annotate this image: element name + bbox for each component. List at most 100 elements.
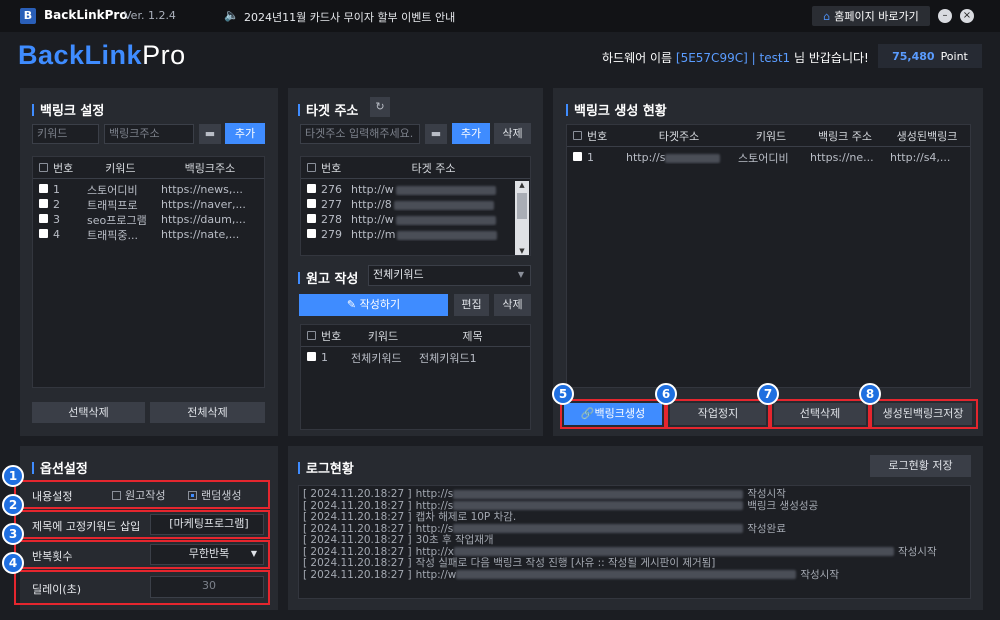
row-url: http://m: [351, 228, 511, 241]
delete-all-button[interactable]: 전체삭제: [150, 402, 265, 423]
target-url-input[interactable]: 타겟주소 입력해주세요.: [300, 124, 420, 144]
table-row[interactable]: 4 트래픽중... https://nate,...: [33, 227, 264, 242]
target-add-button[interactable]: 추가: [452, 123, 490, 144]
redacted-text: [456, 570, 797, 579]
radio-random-box[interactable]: [188, 490, 197, 500]
table-row[interactable]: 2 트래픽프로 https://naver,...: [33, 197, 264, 212]
status-header-keyword: 키워드: [755, 129, 787, 143]
keyword-input[interactable]: 키워드: [32, 124, 99, 144]
scroll-up-icon[interactable]: ▲: [515, 181, 529, 191]
target-table: 번호 타겟 주소 276 http://w 277 http://8 278 http:/…: [300, 156, 531, 256]
status-header-target: 타겟주소: [658, 129, 700, 143]
row-subject: 전체키워드1: [419, 351, 477, 365]
row-checkbox[interactable]: [307, 184, 316, 193]
brand-sub: Pro: [142, 40, 186, 70]
draft-header-no[interactable]: 번호: [301, 328, 351, 344]
draft-select-all-checkbox[interactable]: [307, 330, 316, 340]
delay-input[interactable]: 30: [150, 576, 264, 598]
row-backlink: https://ne...: [810, 151, 874, 164]
log-message: http://s: [415, 488, 454, 500]
scroll-down-icon[interactable]: ▼: [515, 247, 529, 255]
save-generated-backlink-button[interactable]: 생성된백링크저장: [874, 403, 972, 425]
scroll-thumb[interactable]: [517, 193, 527, 219]
notice-text[interactable]: 2024년11월 카드사 무이자 할부 이벤트 안내: [244, 9, 455, 25]
radio-draft-box[interactable]: [112, 490, 121, 500]
folder-icon[interactable]: ▬: [199, 124, 221, 144]
table-row[interactable]: 277 http://8: [301, 197, 530, 212]
status-title: 백링크 생성 현황: [566, 100, 667, 119]
table-row[interactable]: 276 http://w: [301, 182, 530, 197]
delete-selected-button[interactable]: 선택삭제: [32, 402, 145, 423]
status-header-no[interactable]: 번호: [567, 128, 622, 144]
redacted-text: [665, 153, 721, 163]
log-timestamp: [ 2024.11.20.18:27 ]: [303, 568, 412, 581]
pen-icon: ✎: [346, 298, 360, 311]
row-checkbox[interactable]: [39, 214, 48, 223]
badge-5: 5: [552, 383, 574, 405]
target-folder-icon[interactable]: ▬: [425, 124, 447, 144]
draft-keyword-select[interactable]: 전체키워드 ▼: [368, 265, 531, 286]
draft-delete-button[interactable]: 삭제: [494, 294, 531, 316]
generate-backlink-button[interactable]: 🔗백링크생성: [564, 403, 662, 425]
options-title-text: 옵션설정: [40, 462, 88, 477]
backlink-url-input[interactable]: 백링크주소: [104, 124, 194, 144]
radio-random-label: 랜덤생성: [201, 489, 242, 502]
row-checkbox[interactable]: [307, 214, 316, 223]
select-all-checkbox[interactable]: [39, 162, 48, 172]
home-icon: ⌂: [823, 9, 831, 23]
table-row[interactable]: 3 seo프로그램 https://daum,...: [33, 212, 264, 227]
draft-edit-button[interactable]: 편집: [454, 294, 489, 316]
row-keyword: seo프로그램: [87, 213, 147, 227]
log-timestamp: [ 2024.11.20.18:27 ]: [303, 499, 412, 512]
header-keyword: 키워드: [105, 161, 136, 175]
radio-draft[interactable]: 원고작성: [112, 487, 165, 503]
table-row[interactable]: 279 http://m: [301, 227, 530, 242]
backlink-setting-title-text: 백링크 설정: [40, 104, 105, 119]
log-timestamp: [ 2024.11.20.18:27 ]: [303, 488, 412, 500]
refresh-icon[interactable]: ↻: [370, 97, 390, 117]
stop-work-button[interactable]: 작업정지: [670, 403, 766, 425]
row-checkbox[interactable]: [39, 184, 48, 193]
table-row[interactable]: 1 http://s 스토어디비 https://ne... http://s4,...: [567, 150, 970, 165]
row-target: http://s: [622, 151, 736, 164]
status-delete-selected-button[interactable]: 선택삭제: [774, 403, 866, 425]
greet-separator: |: [751, 51, 756, 65]
badge-7: 7: [757, 383, 779, 405]
row-checkbox[interactable]: [573, 152, 582, 161]
brand-main: BackLink: [18, 40, 143, 70]
target-delete-button[interactable]: 삭제: [494, 123, 531, 144]
redacted-text: [395, 215, 496, 225]
backlink-table-header: 번호 키워드 백링크주소: [33, 157, 264, 179]
radio-random[interactable]: 랜덤생성: [188, 487, 241, 503]
close-icon[interactable]: ×: [960, 9, 974, 23]
target-scrollbar[interactable]: ▲ ▼: [515, 181, 529, 255]
home-page-button-label: 홈페이지 바로가기: [834, 10, 919, 23]
home-page-button[interactable]: ⌂ 홈페이지 바로가기: [812, 6, 930, 26]
backlink-add-button[interactable]: 추가: [225, 123, 265, 144]
write-button[interactable]: ✎ 작성하기: [299, 294, 448, 316]
target-select-all-checkbox[interactable]: [307, 162, 316, 172]
write-button-label: 작성하기: [359, 298, 401, 311]
log-area[interactable]: [ 2024.11.20.18:27 ] http://s 작성시작[ 2024.1…: [298, 485, 971, 599]
repeat-count-select[interactable]: 무한반복 ▼: [150, 544, 264, 565]
table-row[interactable]: 1 스토어디비 https://news,...: [33, 182, 264, 197]
row-checkbox[interactable]: [39, 199, 48, 208]
col-no: 번호: [53, 161, 74, 175]
log-save-button[interactable]: 로그현황 저장: [870, 455, 971, 477]
table-row[interactable]: 1 전체키워드 전체키워드1: [301, 350, 530, 365]
header-no[interactable]: 번호: [33, 160, 85, 176]
fixed-keyword-input[interactable]: [마케팅프로그램]: [150, 514, 264, 535]
row-checkbox[interactable]: [307, 352, 316, 361]
status-select-all-checkbox[interactable]: [573, 130, 582, 140]
minimize-icon[interactable]: –: [938, 9, 952, 23]
row-checkbox[interactable]: [307, 229, 316, 238]
target-header-no[interactable]: 번호: [301, 160, 351, 176]
row-checkbox[interactable]: [307, 199, 316, 208]
point-unit: Point: [940, 49, 968, 63]
table-row[interactable]: 278 http://w: [301, 212, 530, 227]
log-timestamp: [ 2024.11.20.18:27 ]: [303, 522, 412, 535]
hardware-id: [5E57C99C]: [675, 51, 748, 65]
draft-select-value: 전체키워드: [373, 268, 424, 281]
row-checkbox[interactable]: [39, 229, 48, 238]
row-url: https://naver,...: [161, 198, 246, 211]
